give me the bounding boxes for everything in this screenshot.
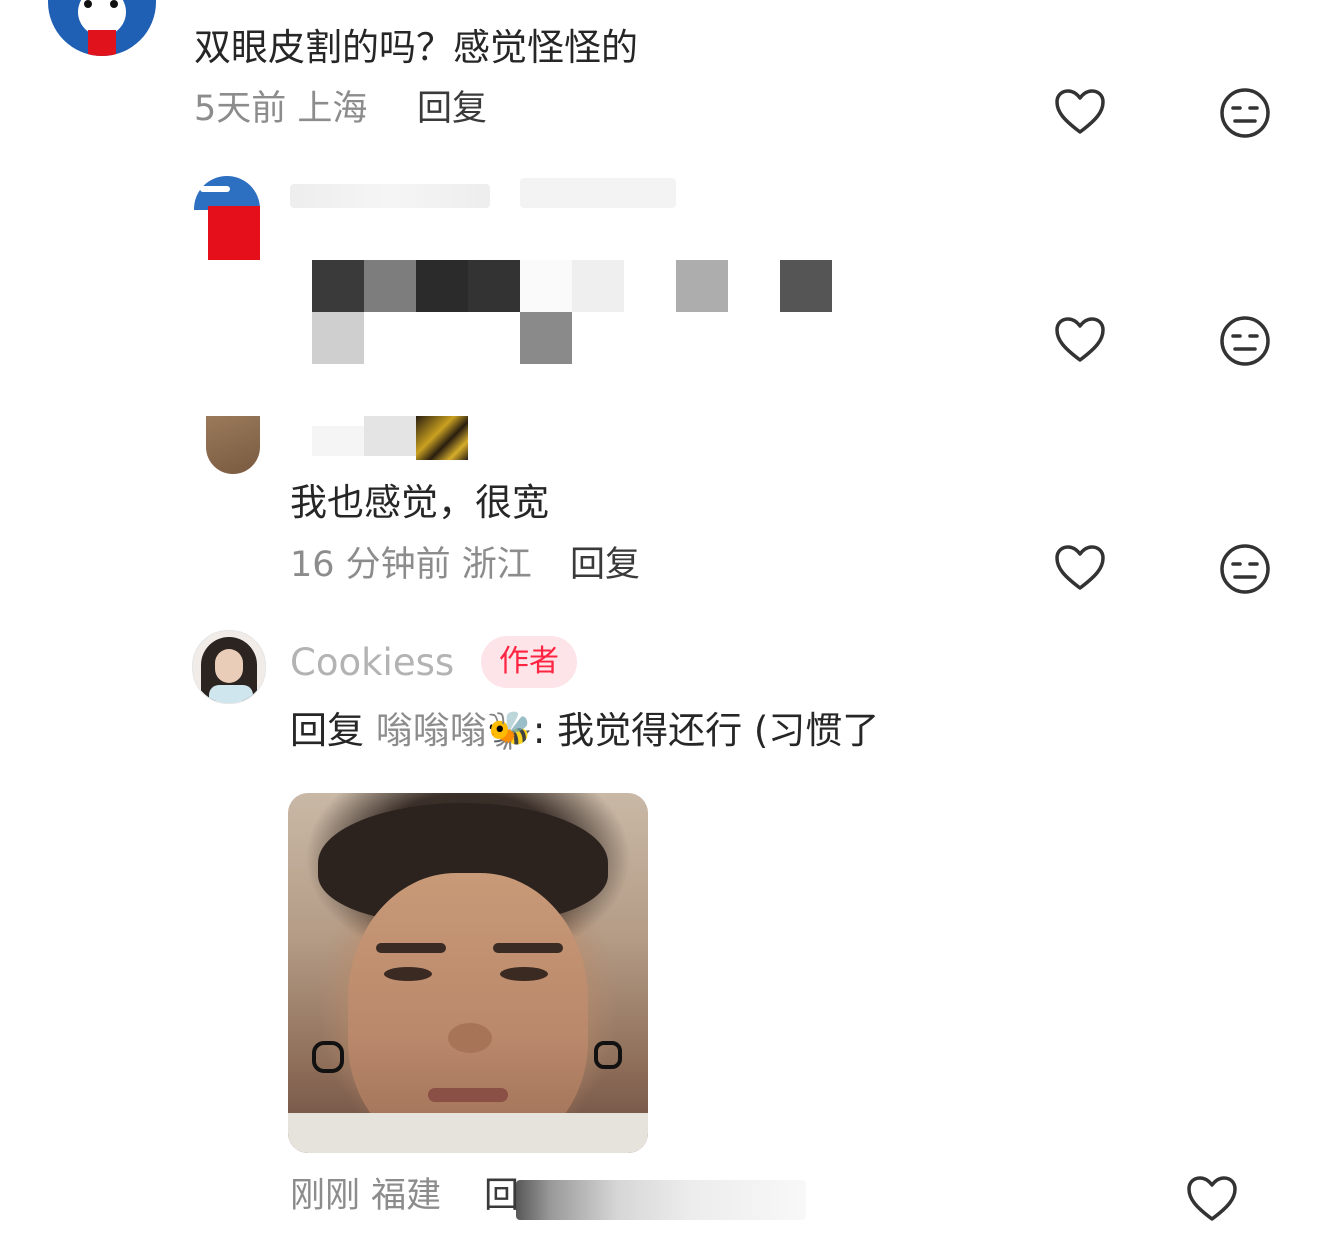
avatar[interactable] [206,416,260,474]
reply-button[interactable]: 回 [484,1179,519,1214]
redacted-overlay [516,1180,806,1220]
comment-meta: 刚刚 福建 [290,1176,442,1216]
reply-prefix: 回复 [290,709,364,752]
redacted-comment-text [312,260,832,364]
comment-text: 我也感觉，很宽 [290,481,549,524]
comment-image[interactable] [288,793,648,1153]
reply-button[interactable]: 回复 [570,548,640,583]
redacted-username [290,184,490,208]
redacted-badge [520,178,676,208]
meh-face-icon[interactable] [1219,315,1271,367]
meh-face-icon[interactable] [1219,543,1271,595]
comment-text-line: 回复 嗡嗡嗡🐝: 我觉得还行 (习惯了 [290,712,879,749]
meh-face-icon[interactable] [1219,87,1271,139]
author-name[interactable]: Cookiess [290,644,454,681]
comment-meta: 5天前 上海 [194,89,368,129]
redacted-username [312,416,468,460]
reply-target-name[interactable]: 嗡嗡嗡🐝 [376,709,533,752]
reply-button[interactable]: 回复 [417,92,487,127]
heart-icon[interactable] [1054,316,1106,364]
avatar[interactable] [48,0,156,56]
comment-text: : 我觉得还行 (习惯了 [532,709,880,752]
avatar[interactable] [194,176,260,260]
comment-text: 双眼皮割的吗？感觉怪怪的 [194,26,638,69]
avatar[interactable] [192,630,266,704]
heart-icon[interactable] [1054,544,1106,592]
heart-icon[interactable] [1186,1175,1238,1223]
heart-icon[interactable] [1054,88,1106,136]
comment-meta: 16 分钟前 浙江 [290,545,532,585]
author-badge: 作者 [481,636,577,688]
